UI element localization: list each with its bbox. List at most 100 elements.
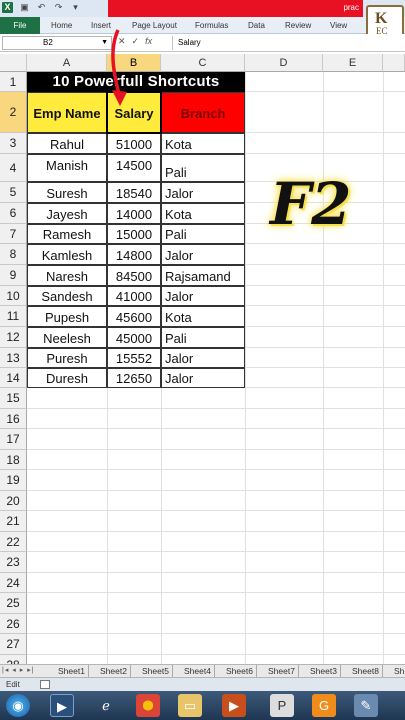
column-header-d[interactable]: D xyxy=(245,54,323,72)
undo-icon[interactable]: ↶ xyxy=(36,2,47,13)
cell-emp-name[interactable]: Pupesh xyxy=(27,306,107,327)
confirm-icon[interactable]: ✓ xyxy=(132,36,140,47)
cell-emp-name[interactable]: Rahul xyxy=(27,133,107,154)
name-box[interactable]: B2 ▼ xyxy=(2,36,112,50)
cell-branch[interactable]: Jalor xyxy=(161,348,245,368)
macro-record-icon[interactable] xyxy=(40,680,50,689)
row-header-5[interactable]: 5 xyxy=(0,182,27,203)
cell-emp-name[interactable]: Neelesh xyxy=(27,327,107,348)
cell-emp-name[interactable]: Puresh xyxy=(27,348,107,368)
tab-home[interactable]: Home xyxy=(51,21,72,30)
cell-branch[interactable]: Jalor xyxy=(161,368,245,388)
tab-review[interactable]: Review xyxy=(285,21,311,30)
row-header-19[interactable]: 19 xyxy=(0,470,27,491)
row-header-16[interactable]: 16 xyxy=(0,408,27,429)
row-header-7[interactable]: 7 xyxy=(0,224,27,244)
row-header-27[interactable]: 27 xyxy=(0,634,27,655)
cell-salary[interactable]: 14500 xyxy=(107,154,161,182)
cell-salary[interactable]: 15552 xyxy=(107,348,161,368)
excel-app-icon[interactable]: X xyxy=(2,2,13,13)
cell-salary[interactable]: 45600 xyxy=(107,306,161,327)
row-header-8[interactable]: 8 xyxy=(0,244,27,265)
tab-view[interactable]: View xyxy=(330,21,347,30)
row-header-23[interactable]: 23 xyxy=(0,552,27,573)
cell-branch[interactable]: Rajsamand xyxy=(161,265,245,286)
start-button-icon[interactable]: ◉ xyxy=(6,694,30,717)
media-app-icon[interactable]: ▶ xyxy=(222,694,246,717)
row-header-24[interactable]: 24 xyxy=(0,572,27,593)
select-all-corner[interactable] xyxy=(0,54,27,72)
internet-explorer-icon[interactable]: ℯ xyxy=(94,694,118,717)
cell-branch[interactable]: Pali xyxy=(161,327,245,348)
row-header-14[interactable]: 14 xyxy=(0,368,27,388)
row-header-9[interactable]: 9 xyxy=(0,265,27,286)
cell-branch[interactable]: Jalor xyxy=(161,244,245,265)
cell-salary[interactable]: 84500 xyxy=(107,265,161,286)
formula-input[interactable]: Salary xyxy=(172,36,402,50)
cell-branch[interactable]: Pali xyxy=(161,154,245,182)
cell-emp-name[interactable]: Jayesh xyxy=(27,203,107,224)
cell-branch[interactable]: Kota xyxy=(161,306,245,327)
row-header-2[interactable]: 2 xyxy=(0,92,27,133)
cell-branch[interactable]: Pali xyxy=(161,224,245,244)
insert-function-icon[interactable]: fx xyxy=(145,36,152,47)
cell-salary[interactable]: 45000 xyxy=(107,327,161,348)
row-header-15[interactable]: 15 xyxy=(0,388,27,409)
file-tab[interactable]: File xyxy=(0,17,40,34)
redo-icon[interactable]: ↷ xyxy=(53,2,64,13)
row-header-3[interactable]: 3 xyxy=(0,133,27,154)
cell-branch[interactable]: Jalor xyxy=(161,286,245,306)
cell-salary[interactable]: 14800 xyxy=(107,244,161,265)
row-header-13[interactable]: 13 xyxy=(0,348,27,368)
tab-formulas[interactable]: Formulas xyxy=(195,21,228,30)
cell-salary[interactable]: 12650 xyxy=(107,368,161,388)
cell-branch[interactable]: Kota xyxy=(161,133,245,154)
save-icon[interactable]: ▣ xyxy=(19,2,30,13)
cell-emp-name[interactable]: Kamlesh xyxy=(27,244,107,265)
row-header-1[interactable]: 1 xyxy=(0,72,27,92)
row-header-18[interactable]: 18 xyxy=(0,449,27,470)
row-header-17[interactable]: 17 xyxy=(0,429,27,450)
row-header-25[interactable]: 25 xyxy=(0,593,27,614)
cell-emp-name[interactable]: Ramesh xyxy=(27,224,107,244)
column-header-f[interactable] xyxy=(383,54,405,72)
row-header-10[interactable]: 10 xyxy=(0,286,27,306)
row-header-22[interactable]: 22 xyxy=(0,531,27,552)
header-emp-name[interactable]: Emp Name xyxy=(27,92,107,133)
row-header-12[interactable]: 12 xyxy=(0,327,27,348)
cell-branch[interactable]: Kota xyxy=(161,203,245,224)
worksheet-grid[interactable]: A B C D E 1 2 3 4 5 6 7 8 9 10 11 12 13 14 15 16 17 18 19 2… xyxy=(0,54,405,675)
cell-salary[interactable]: 18540 xyxy=(107,182,161,203)
cell-salary[interactable]: 41000 xyxy=(107,286,161,306)
sheet-title[interactable]: 10 Powerfull Shortcuts xyxy=(27,72,245,92)
tab-data[interactable]: Data xyxy=(248,21,265,30)
cell-salary[interactable]: 15000 xyxy=(107,224,161,244)
column-header-a[interactable]: A xyxy=(27,54,107,72)
cell-salary[interactable]: 51000 xyxy=(107,133,161,154)
cell-emp-name[interactable]: Manish xyxy=(27,154,107,182)
cell-branch[interactable]: Jalor xyxy=(161,182,245,203)
folder-icon[interactable]: ▭ xyxy=(178,694,202,717)
cell-emp-name[interactable]: Duresh xyxy=(27,368,107,388)
row-header-6[interactable]: 6 xyxy=(0,203,27,224)
cell-salary[interactable]: 14000 xyxy=(107,203,161,224)
column-header-c[interactable]: C xyxy=(161,54,245,72)
header-branch[interactable]: Branch xyxy=(161,92,245,133)
cell-emp-name[interactable]: Naresh xyxy=(27,265,107,286)
customize-icon[interactable]: ▾ xyxy=(70,2,81,13)
cell-emp-name[interactable]: Suresh xyxy=(27,182,107,203)
media-player-icon[interactable]: ▶ xyxy=(50,694,74,717)
row-header-11[interactable]: 11 xyxy=(0,306,27,327)
row-header-21[interactable]: 21 xyxy=(0,511,27,532)
sheet-nav-arrows[interactable]: |◂ ◂ ▸ ▸| xyxy=(2,666,35,674)
document-app-icon[interactable]: P xyxy=(270,694,294,717)
tab-page-layout[interactable]: Page Layout xyxy=(132,21,177,30)
tools-app-icon[interactable]: ✎ xyxy=(354,694,378,717)
column-header-e[interactable]: E xyxy=(323,54,383,72)
recorder-app-icon[interactable]: G xyxy=(312,694,336,717)
row-header-26[interactable]: 26 xyxy=(0,613,27,634)
cell-emp-name[interactable]: Sandesh xyxy=(27,286,107,306)
row-header-4[interactable]: 4 xyxy=(0,154,27,182)
row-header-20[interactable]: 20 xyxy=(0,490,27,511)
chrome-icon[interactable] xyxy=(136,694,160,717)
